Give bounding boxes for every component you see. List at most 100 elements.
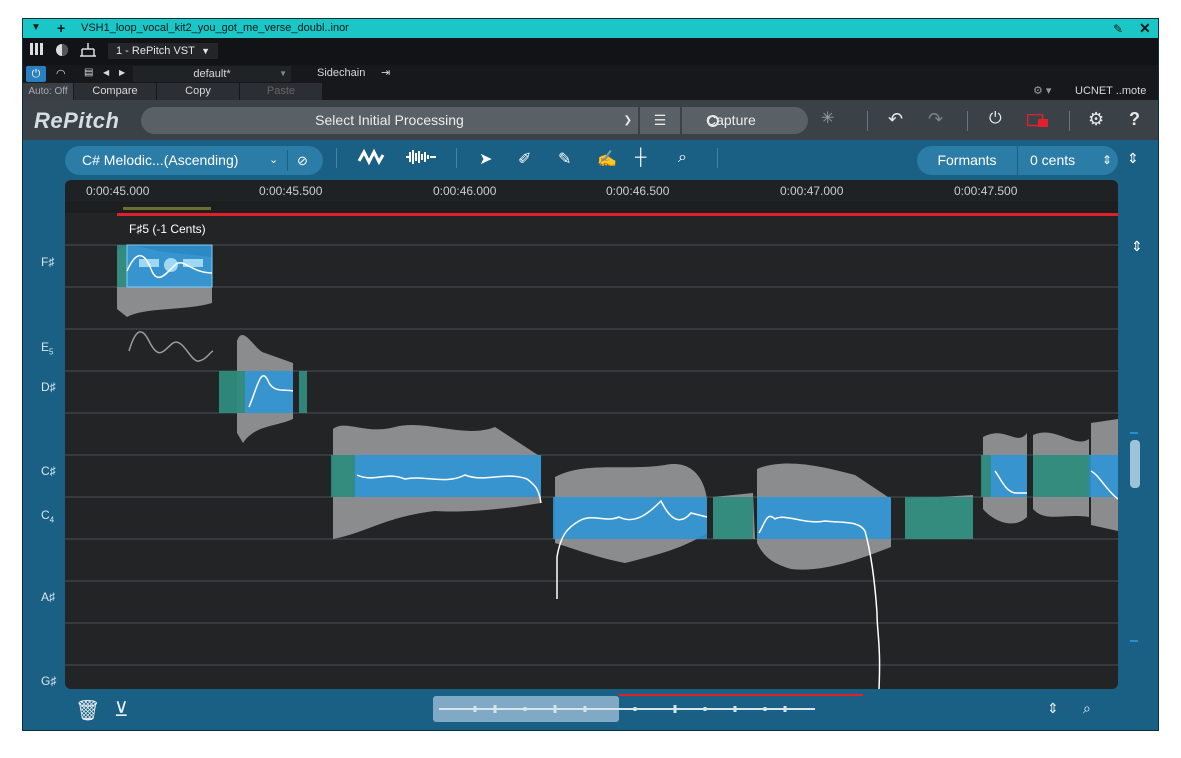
time-tick: 0:00:46.500 <box>606 184 670 198</box>
note-label-c4: C4 <box>41 508 54 524</box>
timeline-ruler[interactable]: 0:00:45.000 0:00:45.500 0:00:46.000 0:00… <box>65 180 1118 201</box>
vertical-zoom-icon[interactable]: ⇕ <box>1127 150 1139 167</box>
pitch-curve-icon[interactable] <box>357 147 385 172</box>
repitch-logo: RePitch <box>34 108 120 133</box>
plugin-header: RePitch Select Initial Processing ❯ ☰ Ca… <box>23 100 1158 140</box>
plugin-slot-select[interactable]: 1 - RePitch VST ▼ <box>108 43 218 59</box>
trash-icon[interactable]: 🗑 <box>75 698 100 723</box>
line-tool-icon[interactable]: ✍ <box>597 149 617 169</box>
waveform-icon[interactable] <box>406 149 436 170</box>
next-preset-icon[interactable]: ▶ <box>119 68 125 77</box>
scale-select[interactable]: C# Melodic...(Ascending) ⌄ ⊘ <box>65 146 323 175</box>
range-marker <box>1130 432 1138 434</box>
pitch-editor-canvas[interactable] <box>65 213 1118 689</box>
tool-bar: C# Melodic...(Ascending) ⌄ ⊘ ➤ ✐ ✎ ✍ ┼ ⌕… <box>23 140 1158 180</box>
vertical-zoom-icon[interactable]: ⇕ <box>1131 238 1143 255</box>
zoom-icon[interactable]: ⌕ <box>678 149 687 167</box>
vertical-scrollbar-thumb[interactable] <box>1130 440 1140 488</box>
red-region-line <box>117 213 1118 216</box>
sliders-icon: ☰ <box>653 112 667 128</box>
preset-select[interactable]: default* ▼ <box>133 66 291 82</box>
octave-number: 5 <box>49 347 54 357</box>
divider <box>287 150 288 171</box>
redo-icon[interactable]: ↷ <box>928 109 943 130</box>
paste-button[interactable]: Paste <box>240 83 322 100</box>
divider <box>1069 111 1070 131</box>
routing-icon[interactable] <box>79 42 97 58</box>
merge-icon[interactable]: ⊻ <box>114 697 129 722</box>
octave-number: 4 <box>49 515 55 525</box>
title-bar: ▼ + VSH1_loop_vocal_kit2_you_got_me_vers… <box>23 19 1158 38</box>
processing-select-label: Select Initial Processing <box>315 112 464 128</box>
copy-button[interactable]: Copy <box>157 83 239 100</box>
lock-icon[interactable] <box>1026 112 1049 133</box>
split-icon[interactable]: ┼ <box>635 149 646 167</box>
right-rail: ⇕ <box>1118 180 1158 689</box>
triangle-down-icon[interactable]: ▼ <box>31 22 41 33</box>
brush-icon[interactable]: ✐ <box>518 149 531 169</box>
gear-icon[interactable]: ⚙ ▾ <box>1033 84 1051 97</box>
power-icon[interactable]: ⏻ <box>26 66 46 82</box>
preset-name: default* <box>193 68 231 80</box>
divider <box>336 148 337 168</box>
range-marker <box>1130 640 1138 642</box>
spinner-icon: ✳ <box>821 110 835 127</box>
note-label-asharp: A♯ <box>41 590 56 604</box>
bottom-bar: 🗑 ⊻ ⇕ ⌕ <box>23 689 1158 730</box>
bars-icon[interactable] <box>30 43 44 59</box>
pointer-icon[interactable]: ➤ <box>479 149 492 169</box>
note-label-e5: E5 <box>41 340 53 356</box>
time-tick: 0:00:47.500 <box>954 184 1018 198</box>
note-label-fsharp: F♯ <box>41 255 55 269</box>
time-tick: 0:00:45.500 <box>259 184 323 198</box>
processing-settings-button[interactable]: ☰ <box>640 107 680 134</box>
horizontal-zoom-icon[interactable]: ⌕ <box>1083 700 1091 717</box>
vertical-zoom-icon[interactable]: ⇕ <box>1047 700 1059 717</box>
half-circle-icon[interactable] <box>55 43 69 59</box>
compare-button[interactable]: Compare <box>74 83 156 100</box>
time-tick: 0:00:47.000 <box>780 184 844 198</box>
preset-menu-icon[interactable]: ▤ <box>84 67 93 78</box>
power-icon[interactable]: ⏻ <box>989 110 1002 128</box>
remote-label[interactable]: UCNET ..mote <box>1075 85 1146 97</box>
host-compare-row: Auto: Off Compare Copy Paste ⚙ ▾ UCNET .… <box>23 83 1158 100</box>
host-toolbar: 1 - RePitch VST ▼ <box>23 38 1158 65</box>
auto-off-button[interactable]: Auto: Off <box>23 83 73 100</box>
sidechain-label: Sidechain <box>317 67 366 79</box>
gear-icon[interactable]: ⚙ <box>1088 109 1104 130</box>
red-region-line <box>619 694 863 696</box>
repitch-window: ▼ + VSH1_loop_vocal_kit2_you_got_me_vers… <box>22 18 1159 731</box>
stepper-icon[interactable]: ⇕ <box>1102 146 1112 175</box>
prev-preset-icon[interactable]: ◀ <box>103 68 109 77</box>
chevron-down-icon: ❯ <box>623 115 632 126</box>
note-grid <box>65 213 1118 689</box>
gauge-icon[interactable]: ◠ <box>56 67 66 80</box>
selection-bar[interactable] <box>65 201 1118 214</box>
close-icon[interactable]: ✕ <box>1139 20 1151 37</box>
formant-cents-stepper[interactable]: 0 cents ⇕ <box>1018 146 1118 175</box>
chevron-down-icon: ▼ <box>201 46 210 56</box>
cents-value: 0 cents <box>1030 152 1076 168</box>
selected-note-tooltip: F♯5 (-1 Cents) <box>129 222 206 236</box>
pencil-icon[interactable]: ✎ <box>558 149 571 169</box>
divider <box>867 111 868 131</box>
pin-icon[interactable]: ✎ <box>1113 22 1123 36</box>
plus-icon[interactable]: + <box>57 20 65 36</box>
divider <box>967 111 968 131</box>
help-icon[interactable]: ? <box>1129 109 1140 130</box>
sidechain-icon[interactable]: ⇥ <box>381 66 390 79</box>
divider <box>717 148 718 168</box>
undo-icon[interactable]: ↶ <box>888 109 903 130</box>
no-snap-icon[interactable]: ⊘ <box>297 146 308 175</box>
chevron-down-icon: ⌄ <box>269 154 279 166</box>
overview-waveform <box>439 705 815 713</box>
capture-button[interactable]: Capture <box>682 107 808 134</box>
chevron-down-icon: ▼ <box>279 69 287 78</box>
processing-select[interactable]: Select Initial Processing ❯ <box>141 107 638 134</box>
note-label-gsharp: G♯ <box>41 674 57 688</box>
note-letter: C <box>41 508 50 522</box>
time-tick: 0:00:45.000 <box>86 184 150 198</box>
record-icon <box>707 115 719 127</box>
formants-button[interactable]: Formants <box>917 146 1017 175</box>
host-preset-row: ⏻ ◠ ▤ ◀ ▶ default* ▼ Sidechain ⇥ <box>23 65 1158 83</box>
